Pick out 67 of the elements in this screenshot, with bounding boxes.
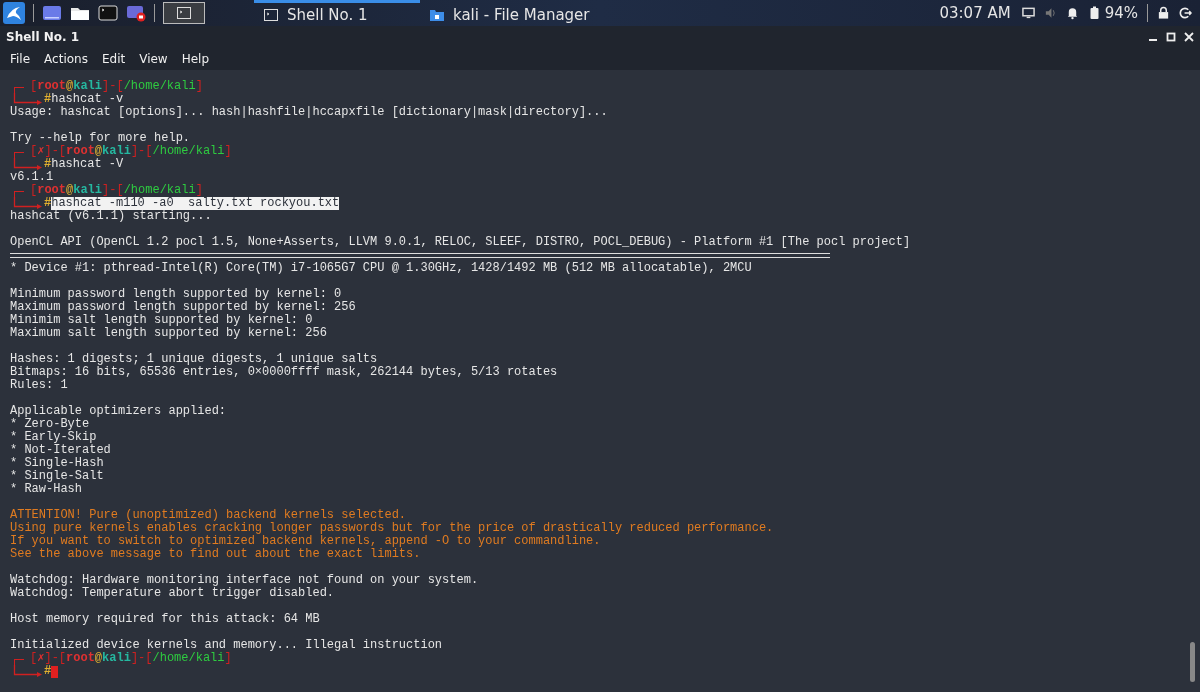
output-line: * Single-Hash — [10, 457, 104, 470]
output-line: Try --help for more help. — [10, 132, 191, 145]
command-text: hashcat -V — [51, 158, 124, 171]
terminal-icon[interactable] — [98, 4, 118, 22]
prompt-symbol: # — [44, 197, 52, 210]
output-line: v6.1.1 — [10, 171, 54, 184]
output-line: Bitmaps: 16 bits, 65536 entries, 0×0000ffff mask, 262144 bytes, 5/13 rotates — [10, 366, 558, 379]
output-line: * Early-Skip — [10, 431, 97, 444]
prompt-corner — [14, 190, 24, 198]
show-desktop-button[interactable] — [163, 2, 205, 24]
output-line: hashcat (v6.1.1) starting... — [10, 210, 212, 223]
output-line: Usage: hashcat [options]... hash|hashfile|hccapxfile [dictionary|mask|directory]... — [10, 106, 608, 119]
volume-icon[interactable] — [1043, 6, 1057, 20]
folder-icon — [430, 8, 444, 21]
bell-icon[interactable] — [1065, 6, 1079, 20]
menu-item[interactable]: Help — [174, 52, 217, 66]
output-line: * Single-Salt — [10, 470, 104, 483]
prompt-corner — [14, 86, 24, 94]
output-line: Initialized device kernels and memory... Illegal instruction — [10, 639, 443, 652]
output-line: If you want to switch to optimized backend kernels, append -O to your commandline. — [10, 535, 601, 548]
clock[interactable]: 03:07 AM — [939, 4, 1011, 22]
prompt-line: [✗]-[root@kali]-[/home/kali] — [30, 652, 232, 665]
output-line: * Zero-Byte — [10, 418, 90, 431]
command-text: hashcat -m110 -a0 salty.txt rockyou.txt — [51, 197, 340, 210]
output-line: * Raw-Hash — [10, 483, 82, 496]
terminal-icon — [177, 7, 191, 19]
menu-item[interactable]: File — [3, 52, 38, 66]
desktop-icon[interactable] — [42, 4, 62, 22]
prompt-corner — [14, 151, 24, 159]
output-line: Maximum salt length supported by kernel: 256 — [10, 327, 327, 340]
output-line: See the above message to find out about the exact limits. — [10, 548, 421, 561]
prompt-line: [root@kali]-[/home/kali] — [30, 80, 203, 93]
output-line: ATTENTION! Pure (unoptimized) backend kernels selected. — [10, 509, 407, 522]
menu-item[interactable]: View — [132, 52, 175, 66]
close-icon[interactable] — [1184, 32, 1194, 42]
logout-icon[interactable] — [1179, 6, 1192, 20]
output-line: Maximum password length supported by kernel: 256 — [10, 301, 356, 314]
maximize-icon[interactable] — [1166, 32, 1176, 42]
output-line: Applicable optimizers applied: — [10, 405, 227, 418]
output-line: Minimum password length supported by kernel: 0 — [10, 288, 342, 301]
output-line: Watchdog: Temperature abort trigger disabled. — [10, 587, 335, 600]
prompt-corner — [14, 658, 24, 666]
lock-icon[interactable] — [1157, 6, 1170, 20]
menu-item[interactable]: Actions — [37, 52, 95, 66]
output-line: Rules: 1 — [10, 379, 68, 392]
prompt-symbol: # — [44, 158, 52, 171]
output-line: Hashes: 1 digests; 1 unique digests, 1 unique salts — [10, 353, 378, 366]
battery-percentage: 94% — [1104, 4, 1138, 22]
window-title: Shell No. 1 — [6, 30, 80, 44]
output-line: * Not-Iterated — [10, 444, 111, 457]
output-line: OpenCL API (OpenCL 1.2 pocl 1.5, None+Asserts, LLVM 9.0.1, RELOC, SLEEF, DISTRO, POCL_DEBUG) - Platform #1 [The pocl project] — [10, 236, 911, 249]
output-line: Host memory required for this attack: 64 MB — [10, 613, 320, 626]
command-text: hashcat -v — [51, 93, 124, 106]
output-line: * Device #1: pthread-Intel(R) Core(TM) i7-1065G7 CPU @ 1.30GHz, 1428/1492 MB (512 MB allocatable), 2MCU — [10, 262, 752, 275]
scrollbar-thumb[interactable] — [1189, 642, 1195, 682]
output-line: Watchdog: Hardware monitoring interface not found on your system. — [10, 574, 479, 587]
taskbar-button[interactable]: kali - File Manager — [420, 0, 630, 26]
prompt-symbol: # — [44, 665, 52, 678]
output-line: Minimim salt length supported by kernel: 0 — [10, 314, 313, 327]
output-line: Using pure kernels enables cracking longer passwords but for the price of drastically reduced performance. — [10, 522, 774, 535]
monitor-icon[interactable] — [1021, 6, 1035, 20]
prompt-symbol: # — [44, 93, 52, 106]
prompt-line: [✗]-[root@kali]-[/home/kali] — [30, 145, 232, 158]
terminal-icon — [264, 8, 278, 21]
prompt-line: [root@kali]-[/home/kali] — [30, 184, 203, 197]
screen-recorder-icon[interactable] — [126, 4, 146, 22]
menu-item[interactable]: Edit — [94, 52, 133, 66]
